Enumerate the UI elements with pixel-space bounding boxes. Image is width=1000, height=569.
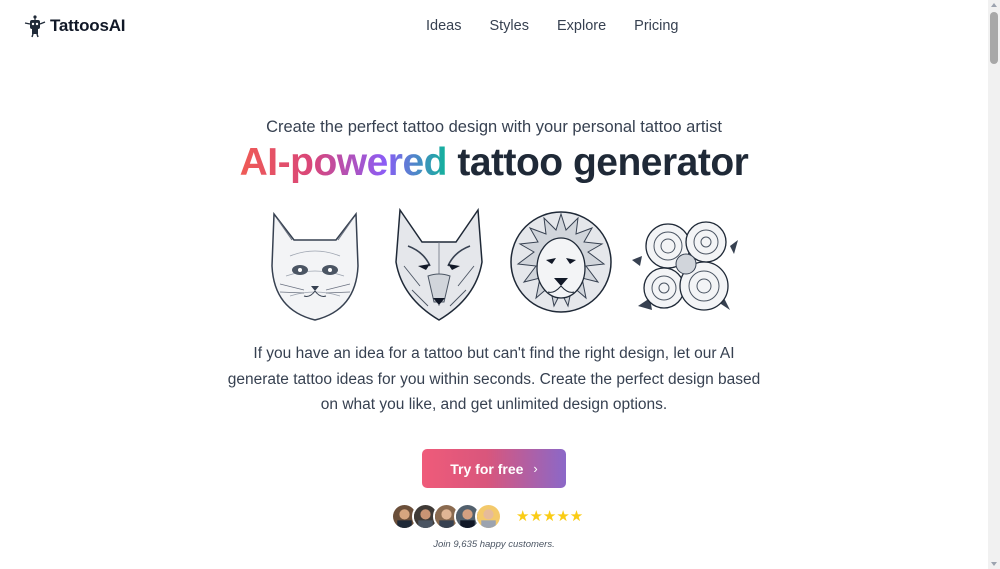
robot-logo-icon	[24, 15, 46, 38]
main-nav: Ideas Styles Explore Pricing	[426, 18, 678, 34]
hero-subtitle: Create the perfect tattoo design with yo…	[266, 118, 722, 136]
customer-avatars	[391, 502, 502, 530]
headline-gradient-text: AI-powered	[239, 141, 448, 184]
cta-label: Try for free	[450, 460, 524, 477]
brand[interactable]: TattoosAI	[24, 14, 126, 38]
nav-link-ideas[interactable]: Ideas	[426, 18, 461, 34]
hero-headline: AI-powered tattoo generator	[0, 141, 988, 185]
star-rating-icon: ★★★★★	[516, 508, 584, 525]
try-for-free-button[interactable]: Try for free ›	[422, 449, 566, 488]
nav-link-explore[interactable]: Explore	[557, 18, 606, 34]
wolf-tattoo-icon	[395, 207, 483, 321]
roses-tattoo-icon	[632, 221, 738, 311]
brand-name: TattoosAI	[50, 16, 126, 35]
customer-count-text: Join 9,635 happy customers.	[433, 539, 555, 550]
nav-link-styles[interactable]: Styles	[489, 18, 529, 34]
headline-text: tattoo generator	[447, 141, 749, 184]
hero-description: If you have an idea for a tattoo but can…	[227, 345, 761, 413]
page-scrollbar[interactable]	[988, 0, 1000, 569]
tattoo-gallery	[260, 206, 740, 324]
avatar	[475, 502, 502, 530]
scroll-up-arrow-icon[interactable]	[991, 3, 997, 7]
top-navigation: TattoosAI Ideas Styles Explore Pricing	[0, 0, 988, 56]
scroll-down-arrow-icon[interactable]	[991, 562, 997, 566]
cat-tattoo-icon	[271, 211, 359, 321]
lion-tattoo-icon	[510, 211, 612, 313]
nav-link-pricing[interactable]: Pricing	[634, 18, 678, 34]
scrollbar-thumb[interactable]	[990, 12, 998, 64]
social-proof: ★★★★★	[391, 502, 583, 530]
chevron-right-icon: ›	[533, 461, 538, 476]
